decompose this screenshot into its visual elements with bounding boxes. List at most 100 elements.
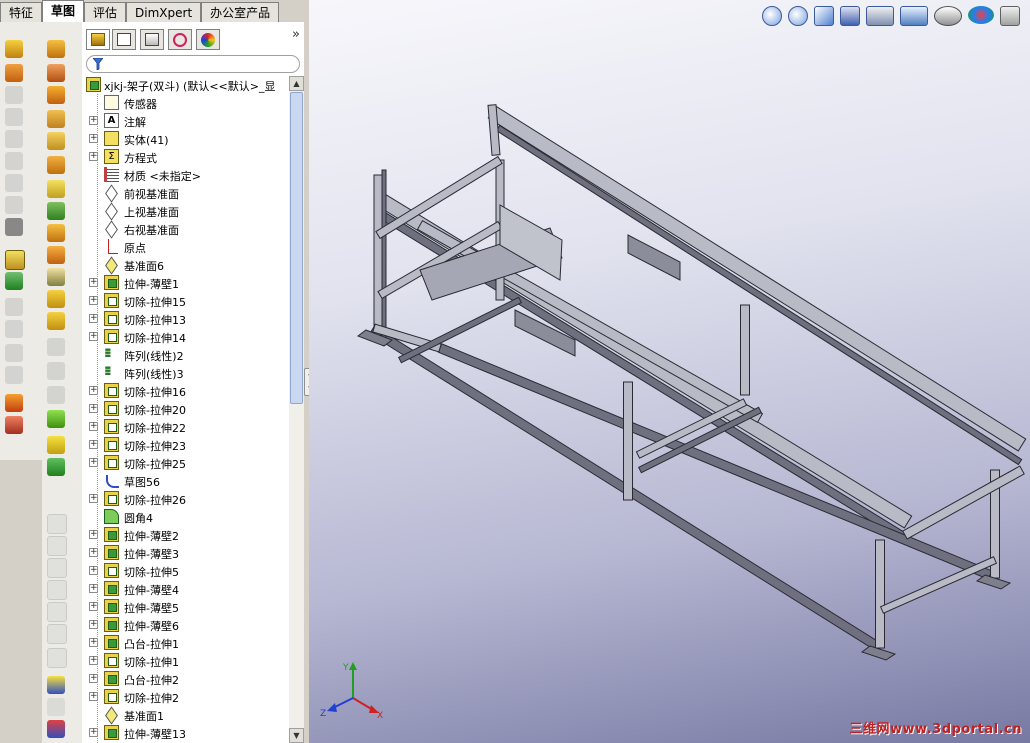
shell-icon[interactable] <box>5 344 23 362</box>
view-isometric-icon[interactable] <box>47 648 67 668</box>
extruded-boss-icon[interactable] <box>5 40 23 58</box>
tree-item[interactable]: + 拉伸-薄壁13 <box>82 724 290 742</box>
view-back-icon[interactable] <box>47 536 67 556</box>
tree-item[interactable]: 圆角4 <box>82 508 290 526</box>
revolved-cut-icon[interactable] <box>5 196 23 214</box>
tree-item[interactable]: 基准面1 <box>82 706 290 724</box>
lofted-bend-icon[interactable] <box>47 202 65 220</box>
tree-item[interactable]: 原点 <box>82 238 290 256</box>
tree-item[interactable]: + 拉伸-薄壁2 <box>82 526 290 544</box>
reference-geometry-icon[interactable] <box>47 436 65 454</box>
unfold-icon[interactable] <box>47 290 65 308</box>
sketched-bend-icon[interactable] <box>47 180 65 198</box>
tree-item[interactable]: 基准面6 <box>82 256 290 274</box>
tree-item[interactable]: 右视基准面 <box>82 220 290 238</box>
tree-item[interactable]: + 拉伸-薄壁1 <box>82 274 290 292</box>
view-left-icon[interactable] <box>47 558 67 578</box>
tree-item[interactable]: 上视基准面 <box>82 202 290 220</box>
tree-item[interactable]: + 凸台-拉伸1 <box>82 634 290 652</box>
tree-item[interactable]: + 凸台-拉伸2 <box>82 670 290 688</box>
tree-item[interactable]: + A 注解 <box>82 112 290 130</box>
base-flange-icon[interactable] <box>47 64 65 82</box>
weld-corner-icon[interactable] <box>47 268 65 286</box>
panel-expand-icon[interactable]: » <box>292 27 300 42</box>
property-manager-tab[interactable] <box>112 29 136 50</box>
smart-dimension-icon[interactable] <box>47 676 65 694</box>
tree-item[interactable]: + 切除-拉伸5 <box>82 562 290 580</box>
add-relation-icon[interactable] <box>47 698 65 716</box>
swept-boss-icon[interactable] <box>5 86 23 104</box>
mirror-icon[interactable] <box>5 416 23 434</box>
tab-office-products[interactable]: 办公室产品 <box>201 2 280 22</box>
boundary-boss-icon[interactable] <box>5 130 23 148</box>
frame-model[interactable] <box>309 0 1030 743</box>
no-bends-icon[interactable] <box>47 362 65 380</box>
dimxpert-manager-tab[interactable] <box>168 29 192 50</box>
draft-icon[interactable] <box>5 320 23 338</box>
tree-item[interactable]: ⁝⁝⁝ 阵列(线性)2 <box>82 346 290 364</box>
tree-root-part[interactable]: xjkj-架子(双斗) (默认<<默认>_显 <box>82 76 290 94</box>
scroll-down-arrow[interactable]: ▼ <box>289 728 304 743</box>
insert-bends-icon[interactable] <box>47 386 65 404</box>
configuration-manager-tab[interactable] <box>140 29 164 50</box>
tree-item[interactable]: + 拉伸-薄壁3 <box>82 544 290 562</box>
tree-item[interactable]: 材质 <未指定> <box>82 166 290 184</box>
curves-icon[interactable] <box>47 458 65 476</box>
tree-item[interactable]: + 切除-拉伸23 <box>82 436 290 454</box>
scrollbar-thumb[interactable] <box>290 92 303 404</box>
tree-item[interactable]: + Σ 方程式 <box>82 148 290 166</box>
hole-wizard-icon[interactable] <box>5 174 23 192</box>
tab-features[interactable]: 特征 <box>0 2 43 22</box>
sheet-metal-icon[interactable] <box>47 40 65 58</box>
tree-item[interactable]: + 拉伸-薄壁5 <box>82 598 290 616</box>
scroll-up-arrow[interactable]: ▲ <box>289 76 304 91</box>
tab-dimxpert[interactable]: DimXpert <box>126 2 202 22</box>
convert-to-sheet-metal-icon[interactable] <box>47 410 65 428</box>
fold-icon[interactable] <box>47 312 65 330</box>
tree-item[interactable]: + 切除-拉伸13 <box>82 310 290 328</box>
feature-tree-scrollbar[interactable]: ▲ ▼ <box>289 76 304 743</box>
rip-icon[interactable] <box>47 246 65 264</box>
tree-item[interactable]: 传感器 <box>82 94 290 112</box>
view-top-icon[interactable] <box>47 602 67 622</box>
view-bottom-icon[interactable] <box>47 624 67 644</box>
tree-item[interactable]: + 切除-拉伸16 <box>82 382 290 400</box>
rib-icon[interactable] <box>5 298 23 316</box>
fillet-icon[interactable] <box>5 250 25 270</box>
tree-item[interactable]: + 实体(41) <box>82 130 290 148</box>
flatten-icon[interactable] <box>47 338 65 356</box>
view-front-icon[interactable] <box>47 514 67 534</box>
tree-item[interactable]: + 切除-拉伸1 <box>82 652 290 670</box>
tree-item[interactable]: + 切除-拉伸14 <box>82 328 290 346</box>
tree-item[interactable]: + 切除-拉伸15 <box>82 292 290 310</box>
feature-tree-tab[interactable] <box>86 29 110 50</box>
tree-item[interactable]: + 拉伸-薄壁4 <box>82 580 290 598</box>
revolved-boss-icon[interactable] <box>5 64 23 82</box>
tree-item[interactable]: + 切除-拉伸22 <box>82 418 290 436</box>
swept-cut-icon[interactable] <box>5 218 23 236</box>
edge-flange-icon[interactable] <box>47 86 65 104</box>
hem-icon[interactable] <box>47 132 65 150</box>
display-manager-tab[interactable] <box>196 29 220 50</box>
feature-tree-filter[interactable] <box>86 55 300 73</box>
extruded-cut-icon[interactable] <box>5 152 23 170</box>
display-relations-icon[interactable] <box>47 720 65 738</box>
miter-flange-icon[interactable] <box>47 110 65 128</box>
tree-item[interactable]: + 切除-拉伸26 <box>82 490 290 508</box>
tree-item[interactable]: ⁝⁝⁝ 阵列(线性)3 <box>82 364 290 382</box>
wrap-icon[interactable] <box>5 366 23 384</box>
tree-item[interactable]: 前视基准面 <box>82 184 290 202</box>
chamfer-icon[interactable] <box>5 272 23 290</box>
intersect-icon[interactable] <box>5 394 23 412</box>
tree-item[interactable]: + 切除-拉伸20 <box>82 400 290 418</box>
lofted-boss-icon[interactable] <box>5 108 23 126</box>
tree-item[interactable]: 草图56 <box>82 472 290 490</box>
view-right-icon[interactable] <box>47 580 67 600</box>
tree-item[interactable]: + 切除-拉伸25 <box>82 454 290 472</box>
closed-corner-icon[interactable] <box>47 224 65 242</box>
tree-item[interactable]: + 切除-拉伸2 <box>82 688 290 706</box>
graphics-area[interactable]: Y X Z 三维网www.3dportal.cn <box>309 0 1030 743</box>
tab-evaluate[interactable]: 评估 <box>84 2 127 22</box>
jog-icon[interactable] <box>47 156 65 174</box>
tree-item[interactable]: + 拉伸-薄壁6 <box>82 616 290 634</box>
